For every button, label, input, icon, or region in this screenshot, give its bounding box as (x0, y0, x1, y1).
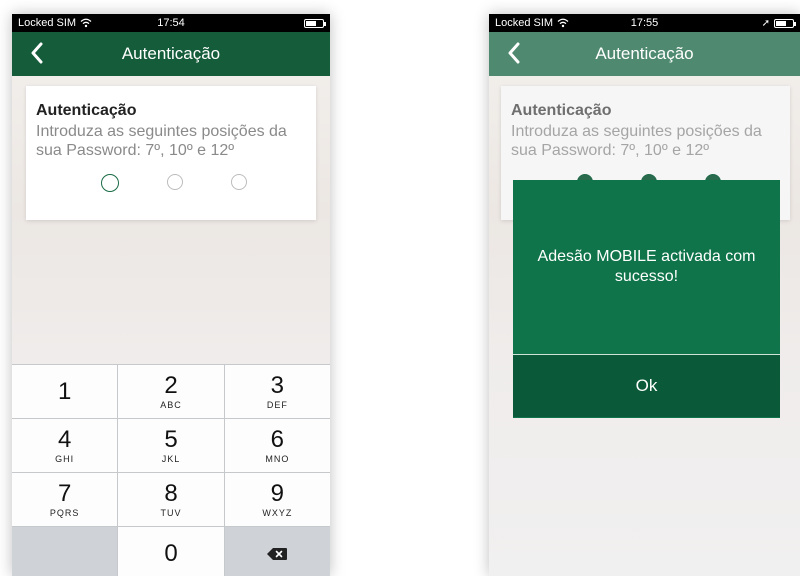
status-bar: Locked SIM 17:55 ➚ (489, 14, 800, 32)
card-instructions: Introduza as seguintes posições da sua P… (511, 123, 762, 159)
numeric-keypad: 1 2 ABC 3 DEF 4 GHI 5 JKL 6 MNO 7 PQRS 8… (12, 364, 330, 576)
key-blank (12, 527, 118, 576)
key-6[interactable]: 6 MNO (224, 419, 330, 472)
back-button[interactable] (22, 38, 52, 68)
key-9[interactable]: 9 WXYZ (224, 473, 330, 526)
battery-icon (304, 18, 326, 28)
battery-icon (774, 18, 796, 28)
right-phone-screen: Locked SIM 17:55 ➚ Autenticação Autentic… (489, 14, 800, 576)
chevron-left-icon (508, 42, 520, 64)
password-position-indicators (36, 174, 306, 192)
key-4[interactable]: 4 GHI (12, 419, 118, 472)
back-button[interactable] (499, 38, 529, 68)
ok-button[interactable]: Ok (513, 355, 780, 417)
navigation-bar: Autenticação (489, 32, 800, 76)
dialog-message: Adesão MOBILE activada com sucesso! (513, 180, 780, 355)
authentication-card: Autenticação Introduza as seguintes posi… (26, 86, 316, 220)
nav-title: Autenticação (121, 44, 221, 63)
card-title: Autenticação (36, 102, 137, 119)
password-position-1[interactable] (101, 174, 119, 192)
success-dialog: Adesão MOBILE activada com sucesso! Ok (513, 180, 780, 418)
backspace-icon (267, 547, 288, 560)
key-5[interactable]: 5 JKL (118, 419, 224, 472)
key-2[interactable]: 2 ABC (118, 365, 224, 418)
wifi-icon (557, 18, 569, 28)
card-instructions: Introduza as seguintes posições da sua P… (36, 123, 287, 159)
carrier-indicator: Locked SIM (495, 17, 569, 29)
nav-title: Autenticação (595, 44, 694, 63)
wifi-icon (80, 18, 92, 28)
card-title: Autenticação (511, 102, 612, 119)
password-position-3[interactable] (231, 174, 247, 190)
key-1[interactable]: 1 (12, 365, 118, 418)
location-arrow-icon: ➚ (761, 17, 770, 29)
key-3[interactable]: 3 DEF (224, 365, 330, 418)
key-8[interactable]: 8 TUV (118, 473, 224, 526)
navigation-bar: Autenticação (12, 32, 330, 76)
key-7[interactable]: 7 PQRS (12, 473, 118, 526)
status-bar: Locked SIM 17:54 (12, 14, 330, 32)
carrier-label: Locked SIM (18, 17, 77, 29)
key-0[interactable]: 0 (118, 527, 224, 576)
chevron-left-icon (31, 42, 43, 64)
left-phone-screen: Locked SIM 17:54 Autenticação Autenticaç… (12, 14, 330, 576)
password-position-2[interactable] (167, 174, 183, 190)
carrier-label: Locked SIM (495, 17, 554, 29)
delete-key[interactable] (224, 527, 330, 576)
carrier-indicator: Locked SIM (18, 17, 92, 29)
